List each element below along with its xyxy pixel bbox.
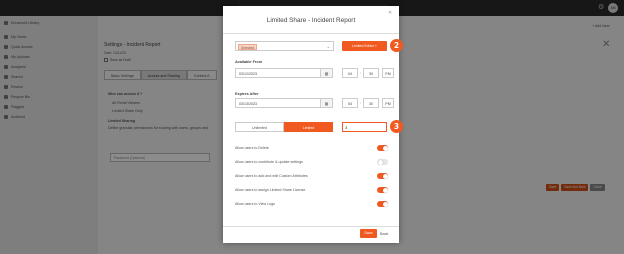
permission-custom-attributes-toggle[interactable] bbox=[377, 173, 388, 179]
divider bbox=[223, 226, 399, 227]
expires-after-hour[interactable]: 04 bbox=[342, 98, 358, 108]
permission-assign-license-toggle[interactable] bbox=[377, 187, 388, 193]
calendar-icon[interactable]: ▦ bbox=[320, 68, 333, 78]
available-from-hour[interactable]: 04 bbox=[342, 68, 358, 78]
save-button[interactable]: Save bbox=[360, 229, 377, 238]
divider bbox=[223, 33, 399, 34]
modal-title: Limited Share - Incident Report bbox=[266, 17, 356, 24]
permission-contribute-toggle[interactable] bbox=[377, 159, 388, 165]
step-badge-2: 2 bbox=[390, 39, 403, 52]
available-from-label: Available From bbox=[235, 60, 263, 64]
available-from-minute[interactable]: 30 bbox=[363, 68, 379, 78]
selected-tag: Selected bbox=[238, 44, 258, 50]
expires-after-label: Expires After bbox=[235, 92, 259, 96]
modal-close-icon[interactable]: ✕ bbox=[388, 10, 392, 16]
limited-editor-button[interactable]: Limited Editor + bbox=[342, 41, 387, 51]
toggle-knob bbox=[382, 145, 388, 151]
limited-share-modal: ✕ Limited Share - Incident Report Select… bbox=[223, 6, 403, 243]
permission-custom-attributes-label: Allow users to add and edit Custom Attri… bbox=[235, 174, 308, 178]
permission-delete-label: Allow users to Delete bbox=[235, 146, 269, 150]
chevron-down-icon: ⌄ bbox=[326, 44, 330, 49]
permission-view-logs-label: Allow users to View Logs bbox=[235, 202, 275, 206]
expires-after-ampm[interactable]: PM bbox=[382, 98, 394, 108]
step-badge-3: 3 bbox=[390, 120, 403, 133]
toggle-knob bbox=[382, 187, 388, 193]
segment-unlimited[interactable]: Unlimited bbox=[235, 122, 284, 132]
available-from-date[interactable]: 03/12/2023 bbox=[235, 68, 333, 78]
permission-delete-toggle[interactable] bbox=[377, 145, 388, 151]
share-select[interactable]: Selected ⌄ bbox=[235, 41, 334, 51]
expires-after-minute[interactable]: 30 bbox=[363, 98, 379, 108]
toggle-knob bbox=[377, 159, 383, 165]
toggle-knob bbox=[382, 173, 388, 179]
time-colon: : bbox=[360, 100, 362, 105]
back-button[interactable]: Back bbox=[380, 232, 388, 236]
limit-count-input[interactable]: 3 bbox=[342, 122, 387, 132]
permission-contribute-label: Allow users to contribute & update setti… bbox=[235, 160, 303, 164]
time-colon: : bbox=[360, 70, 362, 75]
calendar-icon[interactable]: ▦ bbox=[320, 98, 333, 108]
permission-assign-license-label: Allow users to assign Limited Share Lice… bbox=[235, 188, 306, 192]
toggle-knob bbox=[382, 201, 388, 207]
available-from-ampm[interactable]: PM bbox=[382, 68, 394, 78]
expires-after-date[interactable]: 03/13/2023 bbox=[235, 98, 333, 108]
segment-limited[interactable]: Limited bbox=[284, 122, 333, 132]
permission-view-logs-toggle[interactable] bbox=[377, 201, 388, 207]
